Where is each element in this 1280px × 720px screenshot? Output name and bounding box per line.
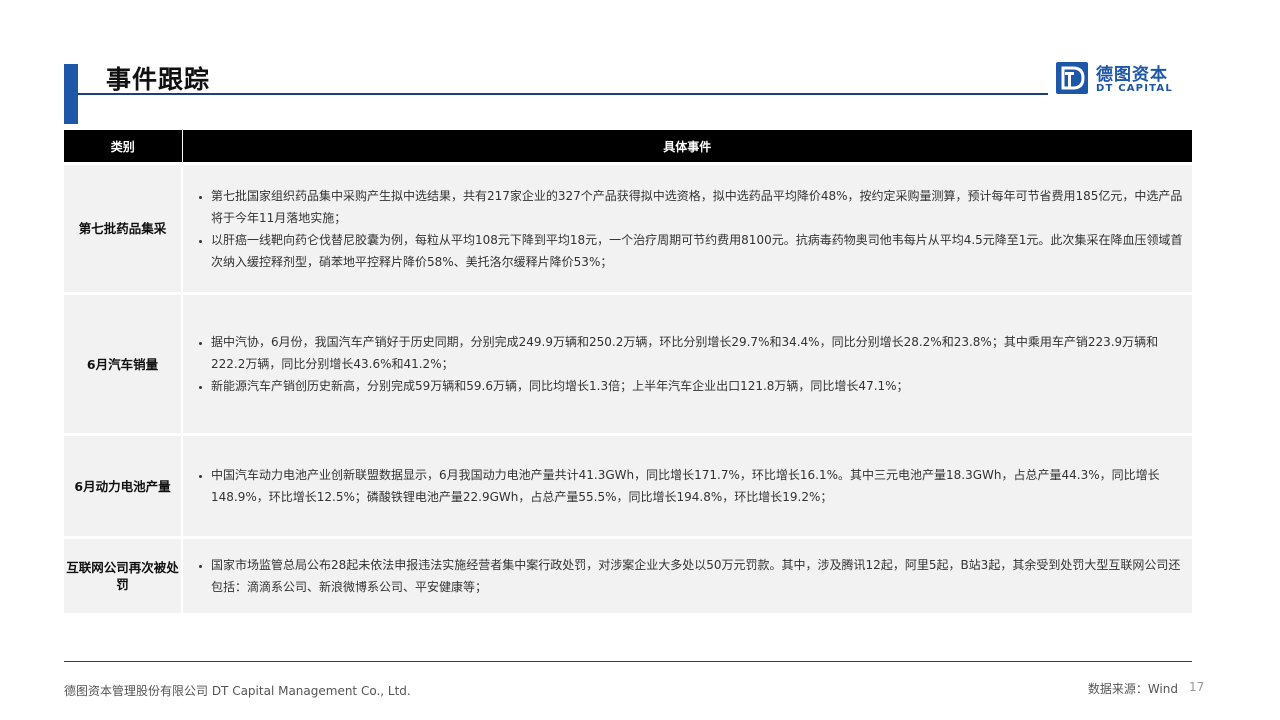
column-header-category: 类别: [64, 130, 183, 164]
logo-chinese-name: 德图资本: [1096, 65, 1168, 85]
company-logo: 德图资本 DT CAPITAL: [1056, 62, 1186, 98]
footer-company-name: 德图资本管理股份有限公司 DT Capital Management Co., …: [64, 684, 411, 698]
detail-cell: 第七批国家组织药品集中采购产生拟中选结果，共有217家企业的327个产品获得拟中…: [182, 162, 1192, 294]
logo-english-name: DT CAPITAL: [1096, 83, 1173, 94]
dt-logo-icon: [1056, 62, 1088, 94]
event-table: 类别 具体事件 第七批药品集采 第七批国家组织药品集中采购产生拟中选结果，共有2…: [64, 130, 1192, 613]
table-row: 第七批药品集采 第七批国家组织药品集中采购产生拟中选结果，共有217家企业的32…: [64, 162, 1192, 294]
category-cell: 互联网公司再次被处罚: [64, 536, 183, 613]
detail-cell: 据中汽协，6月份，我国汽车产销好于历史同期，分别完成249.9万辆和250.2万…: [182, 292, 1192, 435]
event-bullet: 国家市场监管总局公布28起未依法申报违法实施经营者集中案行政处罚，对涉案企业大多…: [211, 554, 1186, 598]
event-bullet: 据中汽协，6月份，我国汽车产销好于历史同期，分别完成249.9万辆和250.2万…: [211, 331, 1186, 375]
column-header-events: 具体事件: [182, 130, 1192, 164]
table-row: 6月动力电池产量 中国汽车动力电池产业创新联盟数据显示，6月我国动力电池产量共计…: [64, 433, 1192, 538]
event-bullet: 中国汽车动力电池产业创新联盟数据显示，6月我国动力电池产量共计41.3GWh，同…: [211, 464, 1186, 508]
category-cell: 6月汽车销量: [64, 292, 183, 435]
footer-divider: [64, 661, 1192, 662]
detail-cell: 中国汽车动力电池产业创新联盟数据显示，6月我国动力电池产量共计41.3GWh，同…: [182, 433, 1192, 538]
category-cell: 6月动力电池产量: [64, 433, 183, 538]
table-row: 6月汽车销量 据中汽协，6月份，我国汽车产销好于历史同期，分别完成249.9万辆…: [64, 292, 1192, 435]
event-bullet: 第七批国家组织药品集中采购产生拟中选结果，共有217家企业的327个产品获得拟中…: [211, 185, 1186, 229]
event-bullet: 新能源汽车产销创历史新高，分别完成59万辆和59.6万辆，同比均增长1.3倍；上…: [211, 375, 1186, 397]
detail-cell: 国家市场监管总局公布28起未依法申报违法实施经营者集中案行政处罚，对涉案企业大多…: [182, 536, 1192, 613]
table-row: 互联网公司再次被处罚 国家市场监管总局公布28起未依法申报违法实施经营者集中案行…: [64, 536, 1192, 613]
category-cell: 第七批药品集采: [64, 162, 183, 294]
page-number: 17: [1189, 680, 1205, 694]
title-underline: [78, 93, 1048, 95]
event-bullet: 以肝癌一线靶向药仑伐替尼胶囊为例，每粒从平均108元下降到平均18元，一个治疗周…: [211, 229, 1186, 273]
data-source: 数据来源：Wind: [1087, 682, 1178, 696]
title-accent-bar: [64, 64, 78, 124]
table-header-row: 类别 具体事件: [64, 130, 1192, 164]
page-title: 事件跟踪: [106, 65, 211, 94]
